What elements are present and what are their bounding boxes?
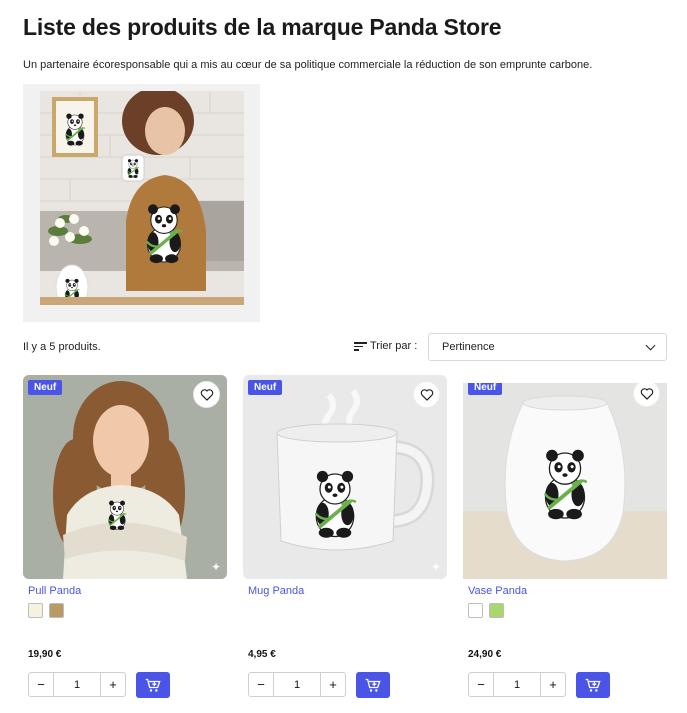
new-badge: Neuf — [28, 380, 63, 395]
new-badge: Neuf — [248, 380, 283, 395]
plus-icon[interactable]: + — [541, 673, 565, 696]
plus-icon[interactable]: + — [101, 673, 125, 696]
minus-icon[interactable]: − — [469, 673, 493, 696]
color-swatch[interactable] — [28, 603, 43, 618]
color-swatch[interactable] — [468, 603, 483, 618]
product-price: 4,95 € — [248, 649, 276, 660]
quantity-stepper: − 1 + — [248, 672, 346, 697]
sort-lines-icon — [354, 341, 367, 351]
heart-icon[interactable] — [193, 381, 220, 408]
add-to-cart-button[interactable] — [576, 672, 610, 698]
product-photo — [23, 375, 227, 579]
brand-description: Un partenaire écoresponsable qui a mis a… — [23, 59, 593, 71]
quantity-input[interactable]: 1 — [53, 673, 101, 696]
color-swatches — [28, 603, 64, 618]
product-photo — [463, 383, 667, 579]
sort-dropdown[interactable]: Pertinence — [428, 333, 667, 361]
page-title: Liste des produits de la marque Panda St… — [23, 14, 502, 40]
product-count: Il y a 5 produits. — [23, 341, 101, 353]
quantity-input[interactable]: 1 — [493, 673, 541, 696]
color-swatch[interactable] — [489, 603, 504, 618]
sparkle-icon: ✦ — [210, 560, 221, 574]
add-to-cart-button[interactable] — [136, 672, 170, 698]
new-badge: Neuf — [468, 383, 503, 395]
product-photo — [243, 375, 447, 579]
product-image[interactable]: Neuf — [463, 383, 667, 579]
quantity-input[interactable]: 1 — [273, 673, 321, 696]
add-to-cart-button[interactable] — [356, 672, 390, 698]
heart-icon[interactable] — [413, 381, 440, 408]
color-swatches — [468, 603, 504, 618]
chevron-down-icon — [645, 340, 656, 350]
cart-plus-icon — [365, 678, 381, 692]
sparkle-icon: ✦ — [430, 560, 441, 574]
product-image[interactable]: Neuf ✦ — [23, 375, 227, 579]
product-name[interactable]: Vase Panda — [468, 585, 527, 597]
minus-icon[interactable]: − — [29, 673, 53, 696]
sort-selected-value: Pertinence — [442, 341, 495, 353]
product-name[interactable]: Pull Panda — [28, 585, 81, 597]
cart-plus-icon — [585, 678, 601, 692]
sort-label-text: Trier par : — [370, 340, 418, 352]
product-card-vase-panda: Neuf Vase Panda 24,90 € − 1 + — [463, 375, 667, 698]
quantity-stepper: − 1 + — [28, 672, 126, 697]
cart-plus-icon — [145, 678, 161, 692]
product-card-mug-panda: Neuf ✦ Mug Panda 4,95 € − 1 + — [243, 375, 447, 698]
plus-icon[interactable]: + — [321, 673, 345, 696]
product-name[interactable]: Mug Panda — [248, 585, 304, 597]
brand-photo-illustration — [40, 91, 244, 305]
minus-icon[interactable]: − — [249, 673, 273, 696]
color-swatch[interactable] — [49, 603, 64, 618]
product-price: 19,90 € — [28, 649, 62, 660]
product-card-pull-panda: Neuf ✦ Pull Panda 19,90 € − 1 + — [23, 375, 227, 698]
brand-hero-image — [23, 84, 260, 322]
quantity-stepper: − 1 + — [468, 672, 566, 697]
product-price: 24,90 € — [468, 649, 502, 660]
product-image[interactable]: Neuf ✦ — [243, 375, 447, 579]
sort-label: Trier par : — [354, 340, 417, 352]
